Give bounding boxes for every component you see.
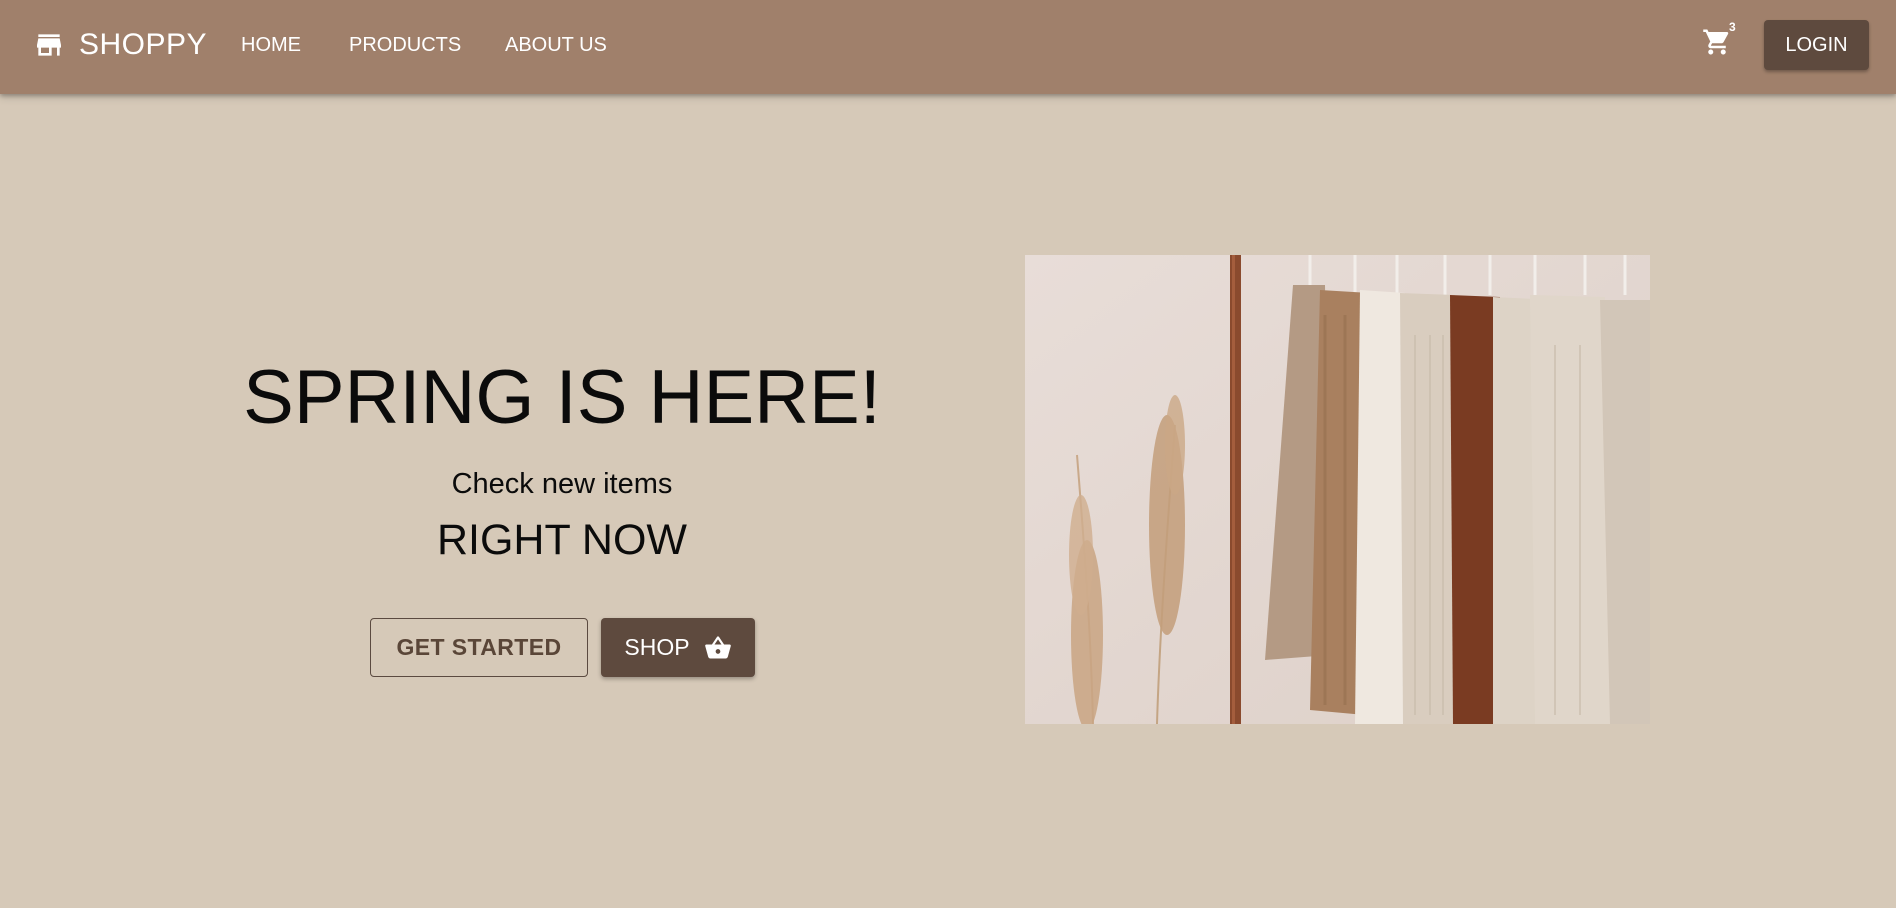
shopping-basket-icon — [690, 634, 732, 662]
hero-tagline: RIGHT NOW — [436, 516, 688, 564]
get-started-button[interactable]: GET STARTED — [370, 618, 588, 677]
brand-name: SHOPPY — [79, 28, 208, 61]
nav-products[interactable]: PRODUCTS — [349, 31, 461, 59]
shop-button[interactable]: SHOP — [601, 618, 755, 677]
hero-title: SPRING IS HERE! — [243, 355, 881, 440]
shop-button-label: SHOP — [624, 634, 690, 660]
nav-about-us[interactable]: ABOUT US — [505, 31, 607, 59]
clothes-rack-photo — [1025, 255, 1650, 724]
app-bar: SHOPPY HOME PRODUCTS ABOUT US 3 LOGIN — [0, 0, 1896, 94]
hero-image — [1025, 255, 1650, 724]
hero-subtitle: Check new items — [451, 468, 673, 500]
storefront-icon — [33, 29, 65, 61]
cart-count-badge: 3 — [1729, 20, 1736, 34]
nav-home[interactable]: HOME — [241, 31, 301, 59]
cart-button[interactable]: 3 — [1702, 20, 1736, 61]
login-button[interactable]: LOGIN — [1764, 20, 1869, 70]
brand-logo[interactable]: SHOPPY — [33, 27, 207, 63]
